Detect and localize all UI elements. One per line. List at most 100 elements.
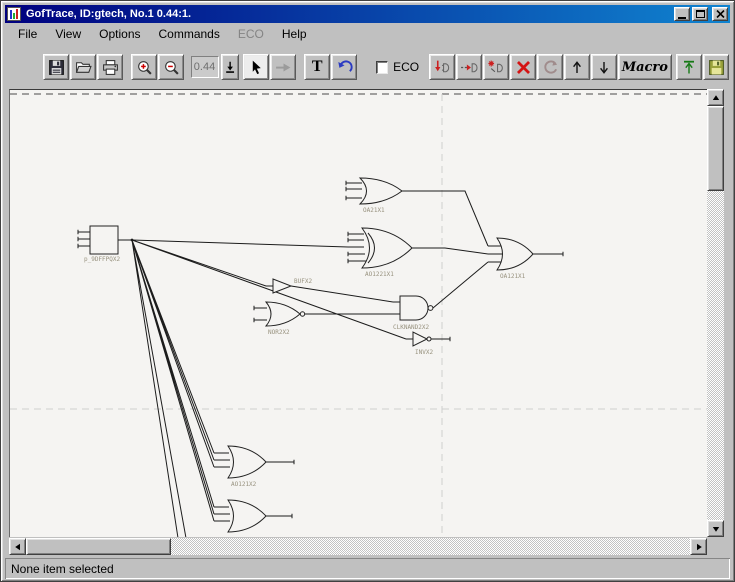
delete-icon <box>515 59 532 76</box>
gate-label: BUFX2 <box>294 278 312 285</box>
net-junction <box>131 239 134 242</box>
triangle-left-icon <box>14 543 22 551</box>
scrollbar-corner <box>707 538 724 555</box>
gate-label: CLKNAND2X2 <box>393 324 430 331</box>
statusbar: None item selected <box>5 558 730 579</box>
delete-button[interactable] <box>510 54 536 80</box>
hscroll-track[interactable] <box>26 538 690 555</box>
gate-oa121[interactable] <box>497 238 533 270</box>
toolbar: T ECO <box>5 47 730 87</box>
gate-nor2[interactable] <box>266 302 305 326</box>
gate-clknand2[interactable] <box>400 296 433 320</box>
scroll-down-button[interactable] <box>707 520 724 537</box>
maximize-button[interactable] <box>692 7 708 21</box>
zoom-value-field[interactable] <box>191 56 219 78</box>
connect-net-button[interactable] <box>456 54 482 80</box>
menu-eco: ECO <box>229 25 273 43</box>
scroll-right-button[interactable] <box>690 538 707 555</box>
status-text: None item selected <box>11 562 114 576</box>
undo-icon <box>336 59 353 76</box>
new-gate-icon <box>487 59 506 76</box>
window-controls <box>674 7 728 21</box>
gate-labels: p_9DFFPQX2 OA21X1 AO1221X1 OA121X1 BUFX2… <box>84 207 526 488</box>
gate-label: OA21X1 <box>363 207 385 214</box>
insert-gate-icon <box>433 59 452 76</box>
move-down-button[interactable] <box>591 54 617 80</box>
save-session-button[interactable] <box>703 54 729 80</box>
gates <box>90 178 533 532</box>
save-icon <box>48 59 65 76</box>
print-button[interactable] <box>97 54 123 80</box>
goto-top-icon <box>681 59 697 76</box>
titlebar[interactable]: GofTrace, ID:gtech, No.1 0.44:1. <box>5 5 730 23</box>
menu-file[interactable]: File <box>9 25 46 43</box>
move-up-icon <box>569 59 585 76</box>
vscroll-thumb[interactable] <box>707 106 724 191</box>
open-folder-icon <box>75 59 92 76</box>
trace-arrow-icon <box>274 59 293 76</box>
gate-label: OA121X1 <box>500 273 526 280</box>
print-icon <box>102 59 119 76</box>
maximize-icon <box>696 10 705 18</box>
app-icon <box>7 7 21 21</box>
zoom-out-icon <box>163 59 180 76</box>
eco-checkbox[interactable] <box>376 61 388 74</box>
gate-label: AO121X2 <box>231 481 257 488</box>
gate-dff[interactable] <box>90 226 118 254</box>
wires <box>78 181 563 537</box>
trace-tool-button[interactable] <box>270 54 296 80</box>
move-up-button[interactable] <box>564 54 590 80</box>
vscroll-track[interactable] <box>707 106 724 520</box>
save-button[interactable] <box>43 54 69 80</box>
apply-zoom-button[interactable] <box>221 54 239 80</box>
zoom-out-button[interactable] <box>158 54 184 80</box>
apply-zoom-icon <box>224 59 236 75</box>
restore-icon <box>542 59 559 76</box>
pointer-tool-button[interactable] <box>243 54 269 80</box>
scroll-left-button[interactable] <box>9 538 26 555</box>
app-window: GofTrace, ID:gtech, No.1 0.44:1. File Vi… <box>0 0 735 582</box>
text-tool-button[interactable]: T <box>304 54 330 80</box>
macro-label: Macro <box>618 60 672 75</box>
insert-gate-button[interactable] <box>429 54 455 80</box>
minimize-icon <box>678 17 686 19</box>
open-button[interactable] <box>70 54 96 80</box>
sheet-guides <box>10 94 707 537</box>
gate-buffer[interactable] <box>273 279 291 293</box>
horizontal-scrollbar[interactable] <box>9 538 707 555</box>
connect-net-icon <box>460 59 479 76</box>
undo-button[interactable] <box>331 54 357 80</box>
close-icon <box>716 10 725 18</box>
save-session-icon <box>708 59 725 76</box>
close-button[interactable] <box>712 7 728 21</box>
gate-label: p_9DFFPQX2 <box>84 256 121 263</box>
move-down-icon <box>596 59 612 76</box>
eco-checkbox-label: ECO <box>393 60 419 74</box>
vertical-scrollbar[interactable] <box>707 89 724 537</box>
triangle-down-icon <box>712 525 720 533</box>
gate-oa21[interactable] <box>360 178 402 204</box>
gate-label: AO1221X1 <box>365 271 394 278</box>
new-gate-button[interactable] <box>483 54 509 80</box>
gate-ao121[interactable] <box>228 446 266 478</box>
goto-top-button[interactable] <box>676 54 702 80</box>
menu-options[interactable]: Options <box>90 25 149 43</box>
gate-inv[interactable] <box>413 332 431 346</box>
zoom-in-button[interactable] <box>131 54 157 80</box>
gate-label: NOR2X2 <box>268 329 290 336</box>
macro-button[interactable]: Macro <box>618 54 671 80</box>
menu-commands[interactable]: Commands <box>150 25 229 43</box>
text-tool-icon: T <box>312 58 323 76</box>
triangle-right-icon <box>695 543 703 551</box>
restore-button[interactable] <box>537 54 563 80</box>
hscroll-thumb[interactable] <box>26 538 171 555</box>
minimize-button[interactable] <box>674 7 690 21</box>
scroll-up-button[interactable] <box>707 89 724 106</box>
window-title: GofTrace, ID:gtech, No.1 0.44:1. <box>24 8 671 20</box>
gate-ao1221[interactable] <box>362 228 412 268</box>
schematic-svg: p_9DFFPQX2 OA21X1 AO1221X1 OA121X1 BUFX2… <box>10 90 707 537</box>
menu-help[interactable]: Help <box>273 25 316 43</box>
schematic-canvas[interactable]: p_9DFFPQX2 OA21X1 AO1221X1 OA121X1 BUFX2… <box>9 89 707 537</box>
menu-view[interactable]: View <box>46 25 90 43</box>
gate-bottom[interactable] <box>228 500 266 532</box>
